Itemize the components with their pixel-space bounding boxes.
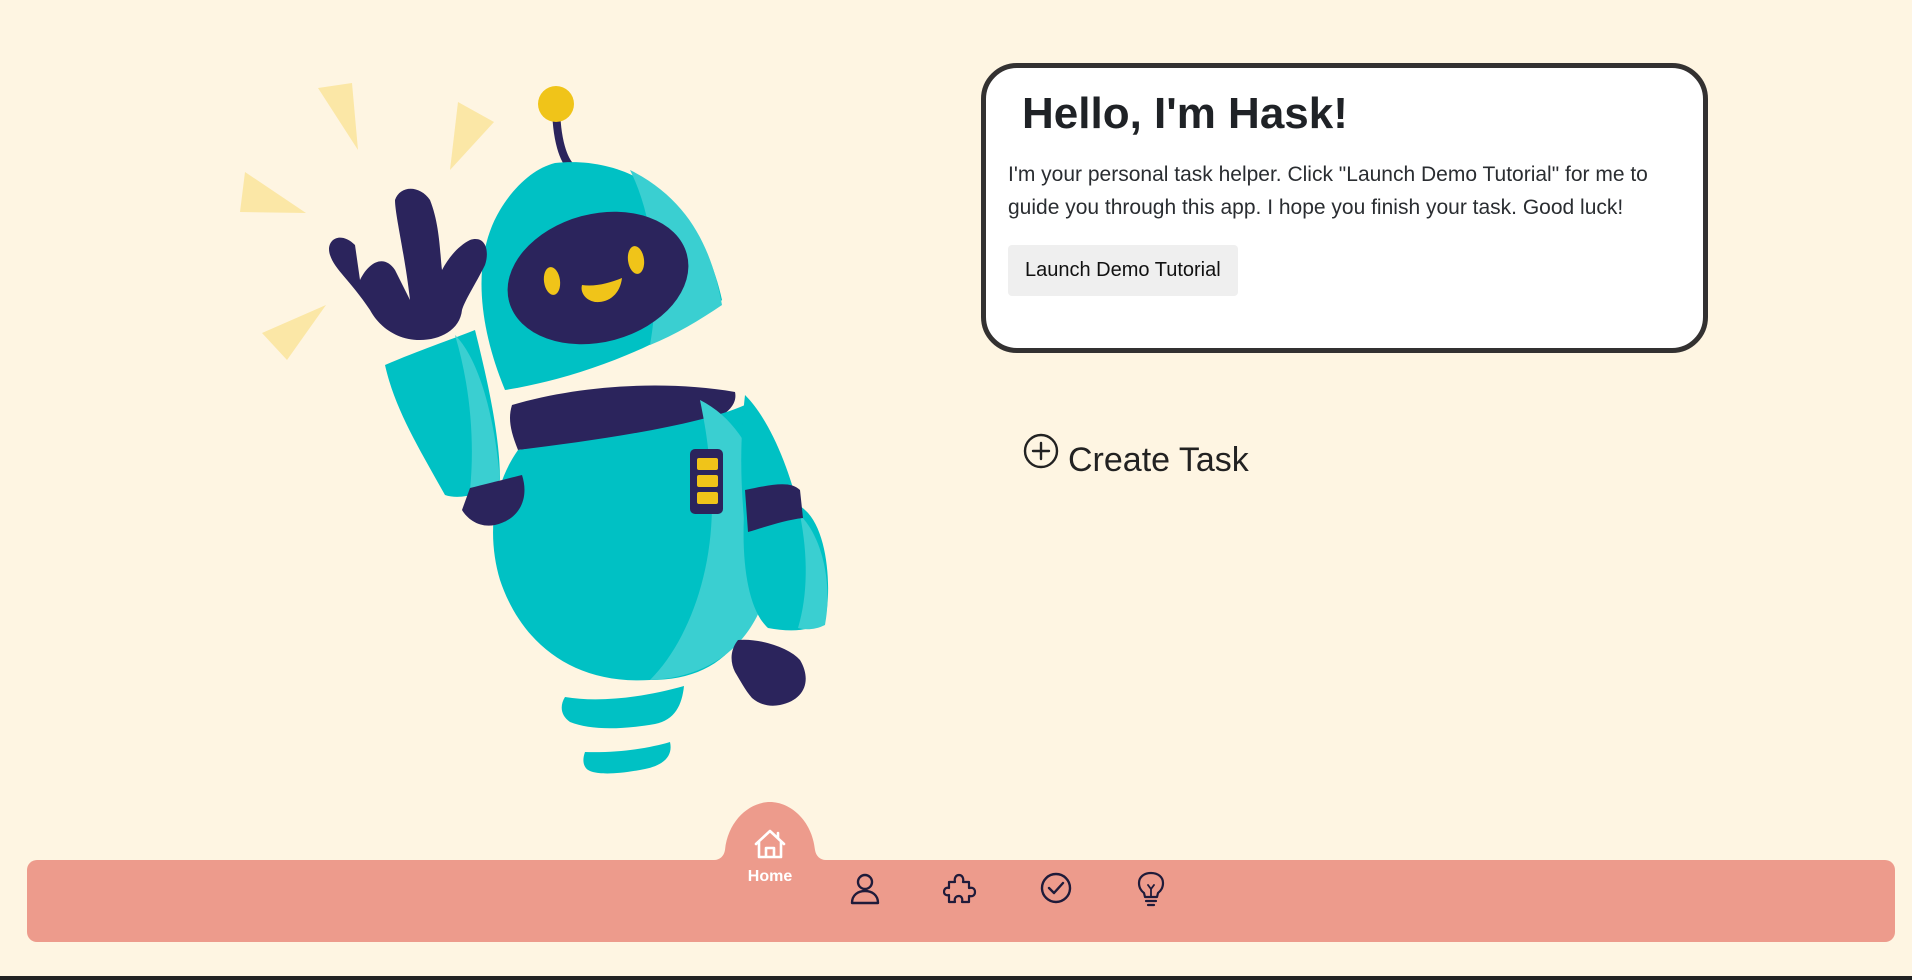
nav-home[interactable]: Home <box>742 824 798 886</box>
nav-home-label: Home <box>747 868 793 885</box>
plus-circle-icon <box>1023 433 1059 469</box>
puzzle-icon <box>943 873 977 904</box>
nav-tasks[interactable] <box>1039 871 1073 905</box>
greeting-text: I'm your personal task helper. Click "La… <box>1008 163 1648 219</box>
nav-profile[interactable] <box>848 871 882 905</box>
nav-puzzle[interactable] <box>943 871 977 905</box>
create-task-button[interactable]: Create Task <box>1022 432 1249 480</box>
user-icon <box>850 873 880 905</box>
robot-mascot-illustration <box>240 83 829 774</box>
window-bottom-border <box>0 976 1912 980</box>
home-page: Hello, I'm Hask! I'm your personal task … <box>0 0 1912 976</box>
lightbulb-icon <box>1137 871 1165 907</box>
launch-demo-tutorial-button[interactable]: Launch Demo Tutorial <box>1008 245 1238 296</box>
nav-ideas[interactable] <box>1134 871 1168 907</box>
greeting-card: Hello, I'm Hask! I'm your personal task … <box>981 63 1708 353</box>
check-circle-icon <box>1040 872 1072 904</box>
create-task-label: Create Task <box>1068 441 1249 479</box>
home-icon <box>754 829 786 859</box>
greeting-title: Hello, I'm Hask! <box>1022 89 1348 138</box>
